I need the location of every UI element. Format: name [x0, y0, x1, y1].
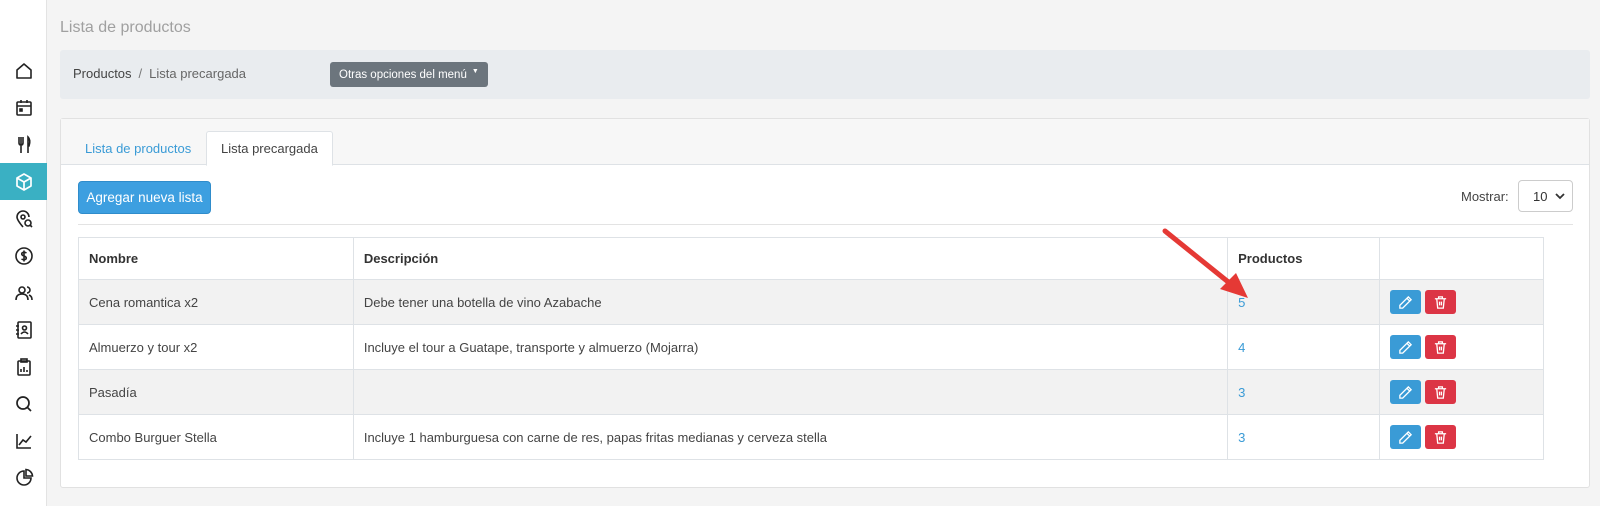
- tabs-bar: Lista de productos Lista precargada: [61, 119, 1589, 166]
- cell-products-link[interactable]: 5: [1227, 279, 1381, 325]
- delete-button[interactable]: [1425, 380, 1457, 404]
- cell-description: Debe tener una botella de vino Azabache: [352, 279, 1229, 325]
- page-size-select[interactable]: 10: [1518, 180, 1573, 212]
- column-header-productos: Productos: [1227, 237, 1381, 280]
- cell-description: [352, 369, 1229, 415]
- caret-down-icon: ▼: [471, 68, 479, 75]
- preloaded-lists-table: Nombre Descripción Productos Cena romant…: [78, 237, 1544, 460]
- column-header-actions: [1379, 237, 1544, 280]
- trash-icon: [1434, 385, 1447, 399]
- sidebar-item-contacts[interactable]: [0, 311, 47, 348]
- sidebar-item-users[interactable]: [0, 274, 47, 311]
- dollar-icon: [14, 246, 33, 265]
- pencil-icon: [1399, 295, 1413, 309]
- breadcrumb-bar: Productos / Lista precargada Otras opcione…: [60, 50, 1590, 99]
- pencil-icon: [1399, 430, 1413, 444]
- sidebar-item-home[interactable]: [0, 52, 47, 89]
- trash-icon: [1434, 430, 1447, 444]
- delete-button[interactable]: [1425, 335, 1457, 359]
- edit-button[interactable]: [1390, 290, 1422, 314]
- cell-name: Pasadía: [78, 369, 354, 415]
- cell-name: Combo Burguer Stella: [78, 414, 354, 460]
- sidebar-item-stats[interactable]: [0, 422, 47, 459]
- table-row: Combo Burguer Stella Incluye 1 hamburgue…: [78, 414, 1544, 460]
- edit-button[interactable]: [1390, 380, 1422, 404]
- cell-products-link[interactable]: 3: [1227, 369, 1381, 415]
- line-chart-icon: [15, 433, 32, 449]
- sidebar: [0, 0, 47, 506]
- sidebar-item-pie[interactable]: [0, 459, 47, 496]
- show-label: Mostrar:: [1461, 189, 1509, 204]
- content-card: Lista de productos Lista precargada Agre…: [60, 118, 1590, 488]
- tab-lista-precargada[interactable]: Lista precargada: [206, 131, 333, 166]
- table-row: Cena romantica x2 Debe tener una botella…: [78, 279, 1544, 325]
- sidebar-item-payments[interactable]: [0, 237, 47, 274]
- other-menu-options-button[interactable]: Otras opciones del menú ▼: [330, 62, 488, 87]
- pencil-icon: [1399, 340, 1413, 354]
- other-menu-options-label: Otras opciones del menú: [339, 68, 467, 81]
- delete-button[interactable]: [1425, 425, 1457, 449]
- breadcrumb-item-productos[interactable]: Productos: [73, 66, 132, 81]
- sidebar-item-calendar[interactable]: [0, 89, 47, 126]
- users-icon: [14, 285, 33, 300]
- chevron-down-icon: [1555, 193, 1565, 200]
- table-header-row: Nombre Descripción Productos: [78, 237, 1544, 280]
- cell-actions: [1379, 414, 1544, 460]
- cell-name: Almuerzo y tour x2: [78, 324, 354, 370]
- cell-products-link[interactable]: 3: [1227, 414, 1381, 460]
- trash-icon: [1434, 340, 1447, 354]
- divider: [78, 224, 1573, 225]
- trash-icon: [1434, 295, 1447, 309]
- calendar-icon: [15, 99, 32, 116]
- cell-actions: [1379, 279, 1544, 325]
- page-size-value: 10: [1533, 188, 1548, 204]
- sidebar-item-restaurant[interactable]: [0, 126, 47, 163]
- pencil-icon: [1399, 385, 1413, 399]
- column-header-nombre: Nombre: [78, 237, 354, 280]
- delete-button[interactable]: [1425, 290, 1457, 314]
- sidebar-item-products[interactable]: [0, 163, 47, 200]
- sidebar-item-location-search[interactable]: [0, 200, 47, 237]
- breadcrumb-separator: /: [138, 66, 143, 81]
- search-icon: [15, 395, 32, 412]
- cell-name: Cena romantica x2: [78, 279, 354, 325]
- sidebar-item-search[interactable]: [0, 385, 47, 422]
- breadcrumb-item-current: Lista precargada: [149, 66, 247, 81]
- page-title: Lista de productos: [60, 19, 191, 36]
- sidebar-item-reports[interactable]: [0, 348, 47, 385]
- cell-actions: [1379, 324, 1544, 370]
- add-new-list-button[interactable]: Agregar nueva lista: [78, 181, 211, 214]
- cell-description: Incluye el tour a Guatape, transporte y …: [352, 324, 1229, 370]
- cell-actions: [1379, 369, 1544, 415]
- location-search-icon: [15, 209, 33, 228]
- edit-button[interactable]: [1390, 425, 1422, 449]
- contact-book-icon: [15, 320, 32, 339]
- cell-description: Incluye 1 hamburguesa con carne de res, …: [352, 414, 1229, 460]
- cell-products-link[interactable]: 4: [1227, 324, 1381, 370]
- column-header-descripcion: Descripción: [352, 237, 1229, 280]
- table-row: Almuerzo y tour x2 Incluye el tour a Gua…: [78, 324, 1544, 370]
- edit-button[interactable]: [1390, 335, 1422, 359]
- box-icon: [15, 172, 32, 191]
- home-icon: [15, 62, 32, 79]
- fork-knife-icon: [17, 134, 31, 153]
- tab-lista-de-productos[interactable]: Lista de productos: [71, 131, 205, 166]
- pie-chart-icon: [15, 468, 33, 486]
- clipboard-icon: [16, 357, 31, 376]
- table-row: Pasadía 3: [78, 369, 1544, 415]
- breadcrumb: Productos / Lista precargada: [73, 66, 246, 81]
